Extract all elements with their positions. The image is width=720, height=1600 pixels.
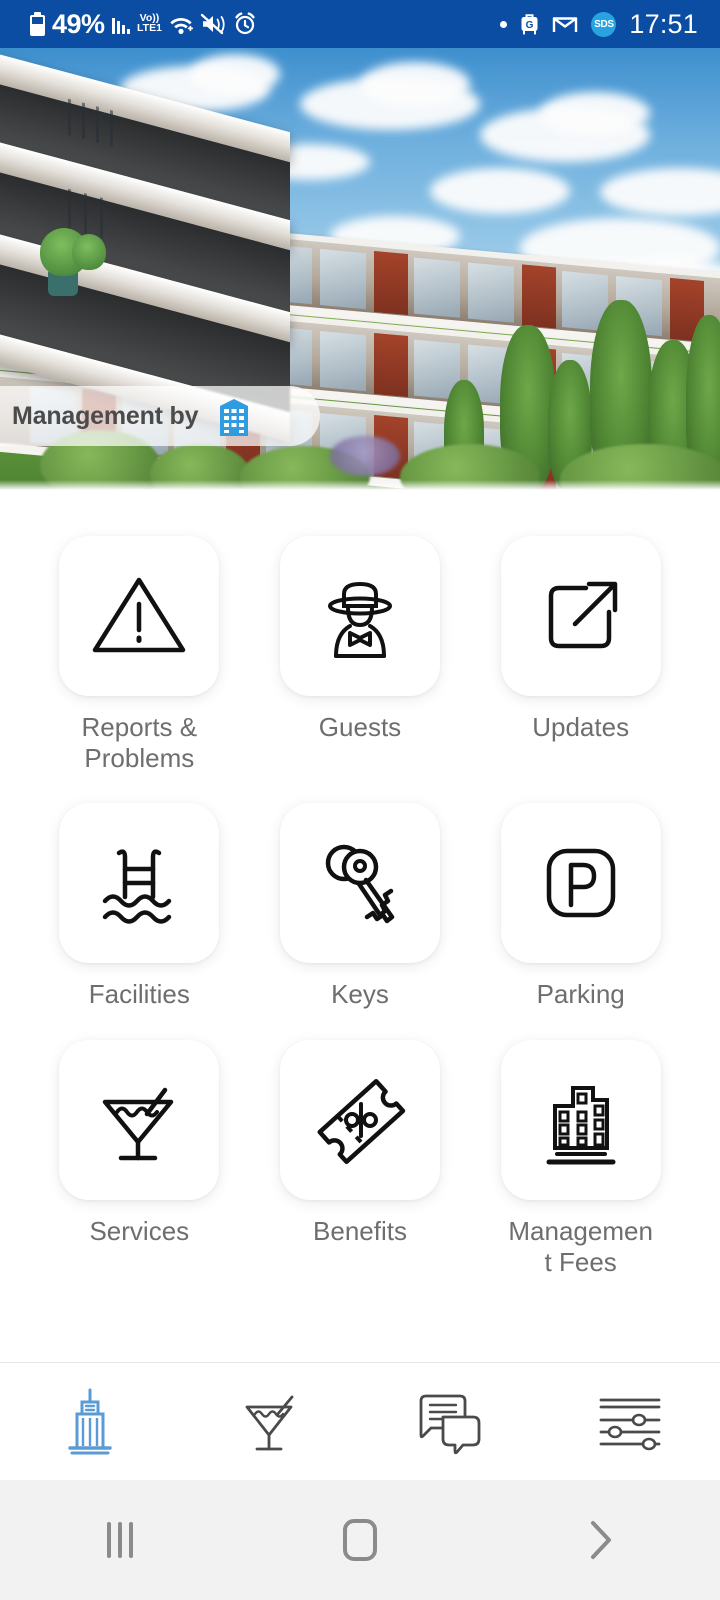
wifi-icon <box>169 14 193 34</box>
menu-item-keys[interactable]: Keys <box>255 803 466 1010</box>
battery-icon <box>30 12 45 36</box>
menu-item-parking[interactable]: Parking <box>475 803 686 1010</box>
menu-item-updates[interactable]: Updates <box>475 536 686 773</box>
menu-tile[interactable] <box>279 803 440 964</box>
keys-icon <box>325 845 395 924</box>
person-with-hat-icon <box>327 581 392 658</box>
discount-ticket-icon <box>317 1078 406 1165</box>
lavender-patch <box>330 436 400 476</box>
menu-item-label: Services <box>89 1216 190 1247</box>
cocktail-glass-icon <box>103 1087 174 1161</box>
menu-item-reports-problems[interactable]: Reports & Problems <box>34 536 245 773</box>
menu-tile[interactable] <box>59 536 220 696</box>
home-icon <box>343 1519 377 1561</box>
menu-item-facilities[interactable]: Facilities <box>34 803 245 1010</box>
cloud <box>430 168 570 214</box>
menu-item-label: Guests <box>318 712 402 742</box>
building-logo-icon <box>212 394 256 438</box>
back-chevron-icon <box>585 1517 615 1563</box>
nav-tab-building[interactable] <box>0 1363 180 1480</box>
menu-tile[interactable] <box>59 1040 220 1201</box>
nav-tab-messages[interactable] <box>360 1363 540 1480</box>
battery-percent-label: 49% <box>52 8 105 39</box>
menu-item-label: Parking <box>536 979 625 1010</box>
gmail-icon <box>552 14 578 34</box>
back-button[interactable] <box>480 1480 720 1600</box>
sds-icon: SDS <box>591 11 617 37</box>
menu-tile[interactable] <box>500 803 661 964</box>
pool-ladder-icon <box>103 849 172 925</box>
svg-text:G: G <box>526 20 534 31</box>
menu-tile[interactable] <box>59 803 220 964</box>
android-system-navigation <box>0 1480 720 1600</box>
parking-p-icon <box>546 849 615 918</box>
recents-button[interactable] <box>0 1480 240 1600</box>
hero-bottom-fade <box>0 480 720 490</box>
menu-tile[interactable] <box>500 536 661 696</box>
menu-item-management-fees[interactable]: Management Fees <box>475 1040 686 1277</box>
building-fees-icon <box>546 1086 616 1165</box>
cocktail-glass-icon <box>245 1395 294 1450</box>
recents-icon <box>107 1522 133 1558</box>
menu-item-label: Updates <box>532 712 630 742</box>
balcony-plant <box>72 234 106 270</box>
external-link-icon <box>548 581 617 649</box>
management-by-badge: Management by <box>0 386 320 446</box>
clock-label: 17:51 <box>629 8 698 39</box>
menu-item-label: Reports & Problems <box>81 712 198 773</box>
dot-icon <box>500 20 508 28</box>
volte-bottom-label: LTE1 <box>137 22 162 34</box>
nav-tab-settings[interactable] <box>540 1363 720 1480</box>
menu-item-label: Benefits <box>313 1216 407 1247</box>
menu-item-label: Keys <box>331 979 389 1010</box>
menu-item-label: Management Fees <box>508 1216 653 1277</box>
cloud <box>190 54 280 94</box>
menu-grid: Reports & Problems Guests Updates Facili… <box>34 536 686 1277</box>
building-tower-icon <box>68 1388 112 1454</box>
vibrate-icon <box>200 13 226 35</box>
menu-tile[interactable] <box>500 1040 661 1201</box>
menu-tile[interactable] <box>279 536 440 696</box>
menu-item-services[interactable]: Services <box>34 1040 245 1277</box>
menu-item-benefits[interactable]: Benefits <box>255 1040 466 1277</box>
menu-item-guests[interactable]: Guests <box>255 536 466 773</box>
nav-tab-services[interactable] <box>180 1363 360 1480</box>
menu-item-label: Facilities <box>88 979 190 1010</box>
sliders-icon <box>599 1398 661 1450</box>
cloud <box>360 62 470 106</box>
alarm-icon <box>233 12 257 36</box>
chat-bubbles-icon <box>419 1394 481 1454</box>
hero-banner: Management by <box>0 48 720 490</box>
gpay-icon: G <box>520 12 539 37</box>
bottom-navigation-bar <box>0 1362 720 1480</box>
menu-tile[interactable] <box>279 1040 440 1201</box>
signal-bars-icon <box>111 14 131 34</box>
warning-triangle-icon <box>93 577 186 653</box>
status-bar-right: G SDS 17:51 <box>500 9 698 40</box>
home-button[interactable] <box>240 1480 480 1600</box>
menu-grid-container: Reports & Problems Guests Updates Facili… <box>0 490 720 1278</box>
status-bar-left: 49% Vo)) LTE1 <box>30 8 257 39</box>
volte-icon: Vo)) LTE1 <box>137 13 162 34</box>
status-bar: 49% Vo)) LTE1 G SDS 17:51 <box>0 0 720 48</box>
management-by-label: Management by <box>12 401 199 430</box>
cloud <box>540 92 650 134</box>
